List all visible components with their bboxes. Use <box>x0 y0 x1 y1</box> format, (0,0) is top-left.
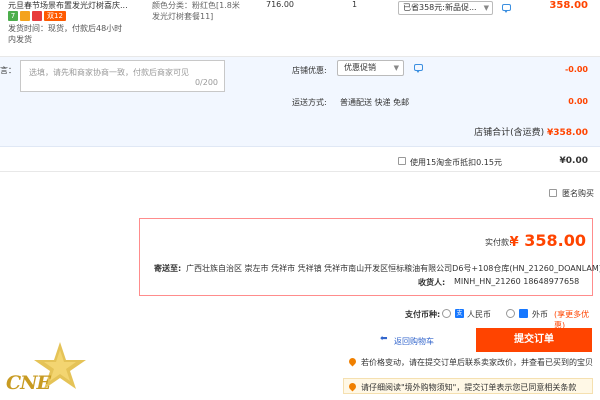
currency-label: 支付币种: <box>405 310 441 319</box>
badge-7day: 7 <box>8 11 18 21</box>
shipping-method-label: 运送方式: <box>292 98 327 107</box>
item-discount-value: 已省358元:新品促... <box>403 3 477 12</box>
shop-discount-label: 店铺优惠: <box>292 66 327 75</box>
shipping-info: 发货时间：现货，付款后48小时内发货 <box>8 24 123 44</box>
badge-double12: 双12 <box>44 11 66 21</box>
price-change-notice: 若价格变动，请在提交订单后联系卖家改价，并查看已买到的宝贝 <box>361 358 593 367</box>
fx-label[interactable]: 外币 <box>532 309 548 320</box>
message-placeholder: 选填，请先和商家协商一致，付款后商家可见 <box>29 68 189 77</box>
agreement-notice: 请仔细阅读"境外购物须知"，提交订单表示您已同意相关条款 <box>361 383 577 392</box>
coin-text: 使用15淘金币抵扣0.15元 <box>410 158 502 167</box>
order-item-row: 元旦春节场景布置发光灯树喜庆... 7 双12 发货时间：现货，付款后48小时内… <box>0 0 600 57</box>
receiver-text: MINH_HN_21260 18648977658 <box>454 277 580 286</box>
message-counter: 0/200 <box>194 78 218 87</box>
shop-total-label: 店铺合计(含运费) <box>474 128 545 138</box>
alipay-icon: 支 <box>455 309 464 318</box>
pay-amount-value: 358.00 <box>524 231 586 250</box>
anonymous-label: 匿名购买 <box>562 189 594 198</box>
quantity: 1 <box>352 0 358 9</box>
pay-currency-symbol: ¥ <box>509 235 519 250</box>
chat-icon[interactable] <box>414 64 423 73</box>
fx-pay-icon <box>519 309 528 318</box>
chevron-down-icon: ▼ <box>393 64 399 72</box>
submit-order-button[interactable]: 提交订单 <box>476 328 592 352</box>
cne-logo-text: CNE <box>6 372 51 394</box>
shop-discount-value-text: 优惠促销 <box>344 63 376 72</box>
address-text: 广西壮族自治区 崇左市 凭祥市 凭祥镇 凭祥市南山开发区恒标粮油有限公司D6号+… <box>186 264 600 273</box>
chevron-down-icon: ▼ <box>483 4 489 12</box>
coin-row: 使用15淘金币抵扣0.15元 ¥0.00 <box>0 150 600 172</box>
rmb-radio[interactable] <box>442 309 451 318</box>
item-badges: 7 双12 <box>8 11 66 21</box>
receiver-label: 收货人: <box>418 278 446 287</box>
guarantee-icon <box>32 11 42 21</box>
order-confirm-box: 实付款: ¥ 358.00 寄送至: 广西壮族自治区 崇左市 凭祥市 凭祥镇 凭… <box>139 218 600 296</box>
pay-label: 实付款: <box>485 238 512 247</box>
message-label: 言： <box>0 66 16 75</box>
fx-radio[interactable] <box>506 309 515 318</box>
item-title[interactable]: 元旦春节场景布置发光灯树喜庆... <box>8 0 128 11</box>
shop-discount-amount: -0.00 <box>564 65 588 74</box>
coin-value: ¥0.00 <box>559 156 588 166</box>
unit-price: 716.00 <box>266 0 294 9</box>
shop-total-value: ¥358.00 <box>547 128 588 138</box>
back-arrow-icon: ⬅ <box>380 334 388 344</box>
rmb-label[interactable]: 人民币 <box>467 309 491 320</box>
shop-panel: 言： 选填，请先和商家协商一致，付款后商家可见 0/200 店铺优惠: 优惠促销… <box>0 57 600 147</box>
location-pin-icon <box>347 356 358 367</box>
shop-total: 店铺合计(含运费) ¥358.00 <box>474 125 588 138</box>
coin-checkbox[interactable] <box>398 157 406 165</box>
item-discount-select[interactable]: 已省358元:新品促... ▼ <box>398 1 493 15</box>
anonymous-checkbox[interactable] <box>549 189 557 197</box>
pay-amount: ¥ 358.00 <box>510 231 586 250</box>
currency-row: 支付币种: 支 人民币 外币 (享更多优惠) <box>0 306 600 330</box>
item-sku: 颜色分类：粉红色[1.8米发光灯树套餐11] <box>152 1 240 21</box>
chat-icon[interactable] <box>502 4 511 13</box>
back-to-cart-link[interactable]: 返回购物车 <box>394 336 434 347</box>
message-textarea[interactable]: 选填，请先和商家协商一致，付款后商家可见 0/200 <box>20 60 225 92</box>
address-label: 寄送至: <box>154 264 182 273</box>
item-total: 358.00 <box>549 0 588 11</box>
card-icon <box>20 11 30 21</box>
shipping-fee: 0.00 <box>568 97 588 106</box>
shop-discount-select[interactable]: 优惠促销 ▼ <box>337 60 404 76</box>
shipping-method-value: 普通配送 快递 免邮 <box>340 98 410 107</box>
